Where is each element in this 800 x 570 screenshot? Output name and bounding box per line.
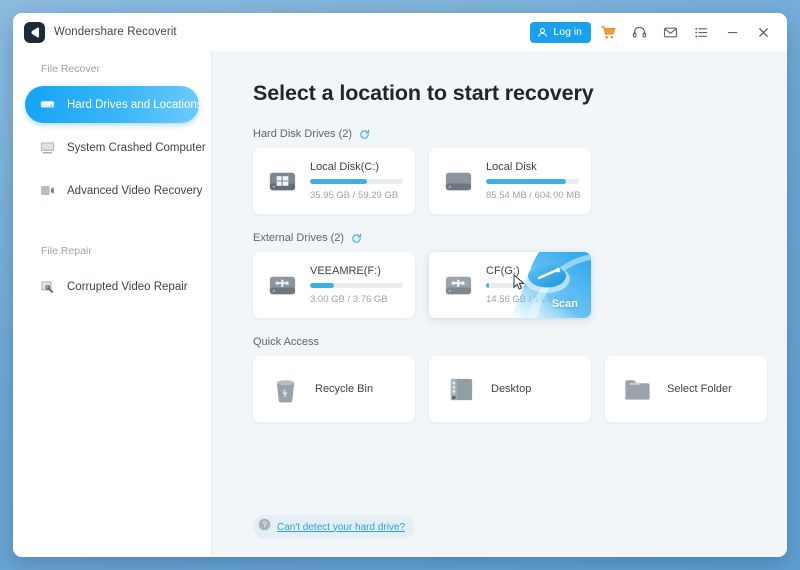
- page-title: Select a location to start recovery: [253, 81, 594, 105]
- quick-access-desktop[interactable]: Desktop: [429, 356, 591, 422]
- window-body: File Recover Hard Drives and Locations S…: [13, 51, 787, 557]
- local-disk-icon: [442, 165, 475, 198]
- drive-size-text: 3.00 GB / 3.76 GB: [310, 293, 388, 305]
- close-icon[interactable]: [749, 18, 777, 46]
- usb-drive-icon: [266, 269, 299, 302]
- app-window: Wondershare Recoverit Log in File Recove…: [13, 13, 787, 557]
- help-link-text: Can't detect your hard drive?: [277, 521, 406, 533]
- drive-info: Local Disk(C:) 35.95 GB / 59.29 GB: [310, 161, 403, 201]
- app-brand: Wondershare Recoverit: [24, 21, 177, 43]
- user-icon: [538, 27, 548, 37]
- drive-card-local-disk-c[interactable]: Local Disk(C:) 35.95 GB / 59.29 GB: [253, 148, 415, 214]
- section-header-quick-access: Quick Access: [253, 336, 787, 348]
- sidebar-item-label: System Crashed Computer: [67, 141, 206, 154]
- login-button[interactable]: Log in: [530, 21, 591, 43]
- login-button-label: Log in: [553, 26, 582, 38]
- sidebar-item-hard-drives-and-locations[interactable]: Hard Drives and Locations: [25, 86, 203, 123]
- drive-size-text: 35.95 GB / 59.29 GB: [310, 189, 399, 201]
- drive-card-local-disk[interactable]: Local Disk 85.54 MB / 604.00 MB: [429, 148, 591, 214]
- section-heading-text: External Drives (2): [253, 232, 345, 244]
- mail-icon[interactable]: [656, 18, 684, 46]
- section-heading-text: Hard Disk Drives (2): [253, 128, 353, 140]
- drive-usage-bar: [310, 283, 403, 288]
- sidebar: File Recover Hard Drives and Locations S…: [13, 51, 212, 557]
- section-header-external-drives: External Drives (2): [253, 232, 787, 244]
- video-repair-icon: [39, 278, 56, 295]
- windows-disk-icon: [266, 165, 299, 198]
- drive-card-cf-g[interactable]: CF(G:) 14.56 GB / 14.84 GB Scan: [429, 252, 591, 318]
- drive-card-veeamre-f[interactable]: VEEAMRE(F:) 3.00 GB / 3.76 GB: [253, 252, 415, 318]
- recycle-bin-icon: [269, 373, 302, 406]
- quick-access-label: Desktop: [491, 383, 532, 395]
- drive-size-text: 85.54 MB / 604.00 MB: [486, 189, 581, 201]
- drive-usage-bar: [310, 179, 403, 184]
- quick-access-label: Select Folder: [667, 383, 732, 395]
- sidebar-item-advanced-video-recovery[interactable]: Advanced Video Recovery: [25, 172, 203, 209]
- recoverit-logo-icon: [24, 21, 45, 43]
- sidebar-group-label-file-recover: File Recover: [41, 63, 100, 75]
- drive-usage-fill: [486, 179, 566, 184]
- sidebar-item-label: Corrupted Video Repair: [67, 280, 188, 293]
- titlebar-controls: Log in: [530, 18, 777, 46]
- title-bar: Wondershare Recoverit Log in: [13, 13, 787, 51]
- app-title: Wondershare Recoverit: [54, 26, 177, 38]
- quick-access-grid: Recycle Bin Desktop Select Folder: [253, 356, 787, 422]
- cant-detect-hard-drive-link[interactable]: ? Can't detect your hard drive?: [253, 515, 416, 539]
- refresh-icon[interactable]: [359, 129, 370, 140]
- section-heading-text: Quick Access: [253, 336, 320, 348]
- folder-icon: [621, 373, 654, 406]
- monitor-icon: [39, 139, 56, 156]
- external-drives-grid: VEEAMRE(F:) 3.00 GB / 3.76 GB CF(G:) 14.…: [253, 252, 787, 318]
- shopping-cart-icon[interactable]: [594, 18, 622, 46]
- sidebar-item-label: Advanced Video Recovery: [67, 184, 203, 197]
- drive-usage-fill: [310, 283, 335, 288]
- drive-usage-bar: [486, 283, 579, 288]
- quick-access-label: Recycle Bin: [315, 383, 374, 395]
- drive-size-text: 14.56 GB / 14.84 GB: [486, 293, 575, 305]
- drive-info: VEEAMRE(F:) 3.00 GB / 3.76 GB: [310, 265, 403, 305]
- list-menu-icon[interactable]: [687, 18, 715, 46]
- drive-usage-fill: [486, 283, 489, 288]
- main-content: Select a location to start recovery Hard…: [212, 51, 787, 557]
- sidebar-item-system-crashed-computer[interactable]: System Crashed Computer: [25, 129, 206, 166]
- drive-name: Local Disk(C:): [310, 161, 380, 174]
- drive-usage-fill: [310, 179, 367, 184]
- hard-drive-icon: [39, 96, 56, 113]
- refresh-icon[interactable]: [351, 233, 362, 244]
- sidebar-group-label-file-repair: File Repair: [41, 245, 92, 257]
- question-mark-icon: ?: [258, 518, 271, 536]
- minimize-icon[interactable]: [718, 18, 746, 46]
- quick-access-recycle-bin[interactable]: Recycle Bin: [253, 356, 415, 422]
- drive-usage-bar: [486, 179, 579, 184]
- drive-info: Local Disk 85.54 MB / 604.00 MB: [486, 161, 581, 201]
- desktop-icon: [445, 373, 478, 406]
- section-header-hard-disk-drives: Hard Disk Drives (2): [253, 128, 787, 140]
- usb-drive-icon: [442, 269, 475, 302]
- drive-name: Local Disk: [486, 161, 537, 174]
- sidebar-item-corrupted-video-repair[interactable]: Corrupted Video Repair: [25, 268, 199, 305]
- drive-name: VEEAMRE(F:): [310, 265, 381, 278]
- quick-access-select-folder[interactable]: Select Folder: [605, 356, 767, 422]
- hard-disk-drives-grid: Local Disk(C:) 35.95 GB / 59.29 GB Local…: [253, 148, 787, 214]
- video-film-icon: [39, 182, 56, 199]
- drive-name: CF(G:): [486, 265, 520, 278]
- headset-icon[interactable]: [625, 18, 653, 46]
- drive-info: CF(G:) 14.56 GB / 14.84 GB: [486, 265, 579, 305]
- sidebar-item-label: Hard Drives and Locations: [67, 98, 203, 111]
- svg-text:?: ?: [262, 520, 267, 529]
